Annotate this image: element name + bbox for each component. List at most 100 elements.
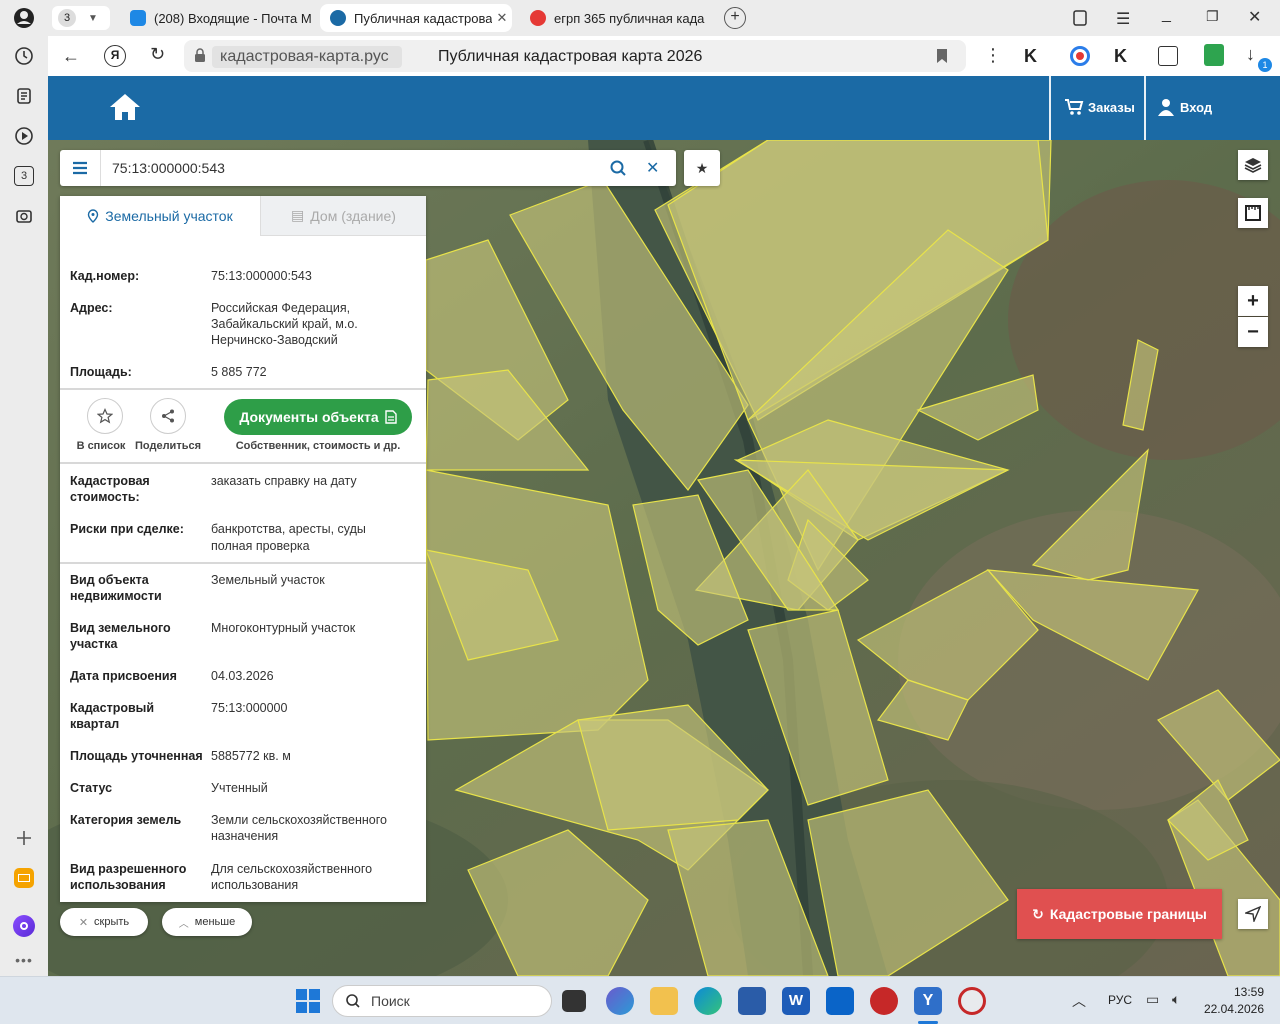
mail-app-icon[interactable] xyxy=(12,866,36,890)
zoom-out-button[interactable]: − xyxy=(1238,317,1268,347)
clock-time[interactable]: 13:59 xyxy=(1198,985,1264,999)
ruler-button[interactable] xyxy=(1238,198,1268,228)
menu-icon[interactable]: ☰ xyxy=(1116,9,1130,29)
media-app-icon[interactable] xyxy=(870,987,898,1015)
outlook-icon[interactable] xyxy=(826,987,854,1015)
tab-building-label: Дом (здание) xyxy=(310,207,396,224)
yandex-logo-icon[interactable]: Я xyxy=(104,45,126,67)
risks-value: банкротства, аресты, суды xyxy=(211,522,366,536)
volume-icon[interactable]: 🔈︎ xyxy=(1172,991,1180,1008)
minus-icon: − xyxy=(1247,320,1259,343)
task-view-icon[interactable] xyxy=(562,990,586,1012)
history-icon[interactable] xyxy=(12,44,36,68)
field-value: 5885772 кв. м xyxy=(211,749,291,763)
search-bar: ✕ xyxy=(60,150,676,186)
hamburger-menu-button[interactable] xyxy=(60,150,101,186)
layers-button[interactable] xyxy=(1238,150,1268,180)
refresh-icon: ↻ xyxy=(1032,905,1044,922)
more-vertical-icon[interactable]: ⋮ xyxy=(984,45,1002,66)
clear-search-icon[interactable]: ✕ xyxy=(646,158,659,178)
divider xyxy=(60,388,426,390)
header-divider xyxy=(1144,76,1146,140)
video-play-icon[interactable] xyxy=(12,124,36,148)
restore-icon[interactable]: ❐ xyxy=(1206,8,1219,25)
field-label: Кад.номер: xyxy=(70,269,140,283)
chevron-up-icon[interactable]: ︿ xyxy=(1072,991,1086,1011)
cadastral-boundaries-button[interactable]: ↻ Кадастровые границы xyxy=(1017,889,1222,939)
field-value: 04.03.2026 xyxy=(211,669,274,683)
tab-group-button[interactable]: 3 ▼ xyxy=(52,6,110,30)
mail-favicon-icon xyxy=(130,10,146,26)
file-explorer-icon[interactable] xyxy=(650,987,678,1015)
show-less-button[interactable]: ︿ меньше xyxy=(162,908,252,936)
taskbar-search[interactable]: Поиск xyxy=(332,985,552,1017)
store-icon[interactable] xyxy=(738,987,766,1015)
orders-button[interactable]: Заказы xyxy=(1064,98,1135,116)
close-tab-icon[interactable]: ✕ xyxy=(492,10,512,26)
locate-me-button[interactable] xyxy=(1238,899,1268,929)
cadastral-search-input[interactable] xyxy=(112,156,592,180)
order-certificate-link[interactable]: заказать справку на дату xyxy=(211,473,416,489)
more-dots-icon[interactable]: ••• xyxy=(12,948,36,972)
downloads-icon[interactable]: ↓ xyxy=(1246,44,1255,65)
documents-button-label: Документы объекта xyxy=(239,409,379,425)
clock-date[interactable]: 22.04.2026 xyxy=(1198,1002,1264,1016)
copilot-icon[interactable] xyxy=(606,987,634,1015)
hide-label: скрыть xyxy=(94,916,130,928)
tab-building[interactable]: ▤ Дом (здание) xyxy=(260,196,426,236)
tab-label: егрп 365 публичная када xyxy=(554,10,705,26)
login-button[interactable]: Вход xyxy=(1158,98,1212,116)
bookmark-icon[interactable] xyxy=(936,48,948,64)
extension-shield-icon[interactable] xyxy=(1070,46,1090,66)
language-indicator[interactable]: РУС xyxy=(1108,993,1132,1007)
yandex-browser-icon[interactable]: Y xyxy=(914,987,942,1015)
extension-green-icon[interactable] xyxy=(1204,44,1224,66)
hide-panel-button[interactable]: ✕ скрыть xyxy=(60,908,148,936)
home-icon[interactable] xyxy=(108,92,142,122)
field-label: Кадастровая стоимость: xyxy=(70,474,150,504)
cad-number-link[interactable]: 75:13:000000:543 xyxy=(211,268,416,284)
screenshot-icon[interactable] xyxy=(12,204,36,228)
tab-label: Публичная кадастрова xyxy=(354,10,492,26)
address-value: Российская Федерация, Забайкальский край… xyxy=(211,301,358,347)
cadastral-boundaries-label: Кадастровые границы xyxy=(1049,906,1207,922)
share-button[interactable] xyxy=(150,398,186,434)
tab-mail[interactable]: (208) Входящие - Почта М xyxy=(120,4,312,32)
url-bar[interactable]: кадастровая-карта.рус Публичная кадастро… xyxy=(184,40,966,72)
star-outline-icon xyxy=(97,408,113,424)
field-label: Вид земельного участка xyxy=(70,621,171,651)
tab-yandex-search[interactable]: егрп 365 публичная када xyxy=(520,4,712,32)
collections-icon[interactable] xyxy=(12,84,36,108)
extension-k2-icon[interactable]: K xyxy=(1114,46,1127,67)
back-arrow-icon[interactable]: ← xyxy=(62,46,80,67)
edge-browser-icon[interactable] xyxy=(694,987,722,1015)
object-documents-button[interactable]: Документы объекта xyxy=(224,399,412,435)
full-check-link[interactable]: полная проверка xyxy=(211,538,416,554)
close-icon: ✕ xyxy=(78,916,89,929)
tab-counter-icon[interactable]: 3 xyxy=(12,164,36,188)
word-icon[interactable]: W xyxy=(782,987,810,1015)
share-icon xyxy=(162,409,174,423)
browser-sidebar: 3 ••• xyxy=(0,0,48,976)
minimize-icon[interactable]: _ xyxy=(1162,6,1171,24)
search-icon[interactable] xyxy=(610,160,626,176)
network-icon[interactable]: ▭ xyxy=(1146,991,1159,1008)
new-tab-button[interactable]: + xyxy=(724,7,746,29)
alice-assistant-icon[interactable] xyxy=(12,914,36,938)
object-info-panel: Земельный участок ▤ Дом (здание) Кад.ном… xyxy=(60,196,426,902)
zoom-in-button[interactable]: + xyxy=(1238,286,1268,316)
windows-start-icon[interactable] xyxy=(296,989,320,1013)
favorites-star-button[interactable]: ★ xyxy=(684,150,720,186)
tab-land-plot[interactable]: Земельный участок xyxy=(60,196,260,236)
profile-icon[interactable] xyxy=(12,6,36,30)
reload-icon[interactable]: ↻ xyxy=(150,44,165,65)
extension-k-icon[interactable]: K xyxy=(1024,46,1037,67)
tab-cadastral-map[interactable]: Публичная кадастрова ✕ xyxy=(320,4,512,32)
add-to-list-button[interactable] xyxy=(87,398,123,434)
app-circle-icon[interactable] xyxy=(958,987,986,1015)
downloads-badge: 1 xyxy=(1258,58,1272,72)
close-window-icon[interactable]: ✕ xyxy=(1248,7,1261,27)
extension-translate-icon[interactable] xyxy=(1158,46,1178,66)
bookmarks-icon[interactable] xyxy=(1072,9,1088,27)
add-panel-icon[interactable] xyxy=(12,826,36,850)
